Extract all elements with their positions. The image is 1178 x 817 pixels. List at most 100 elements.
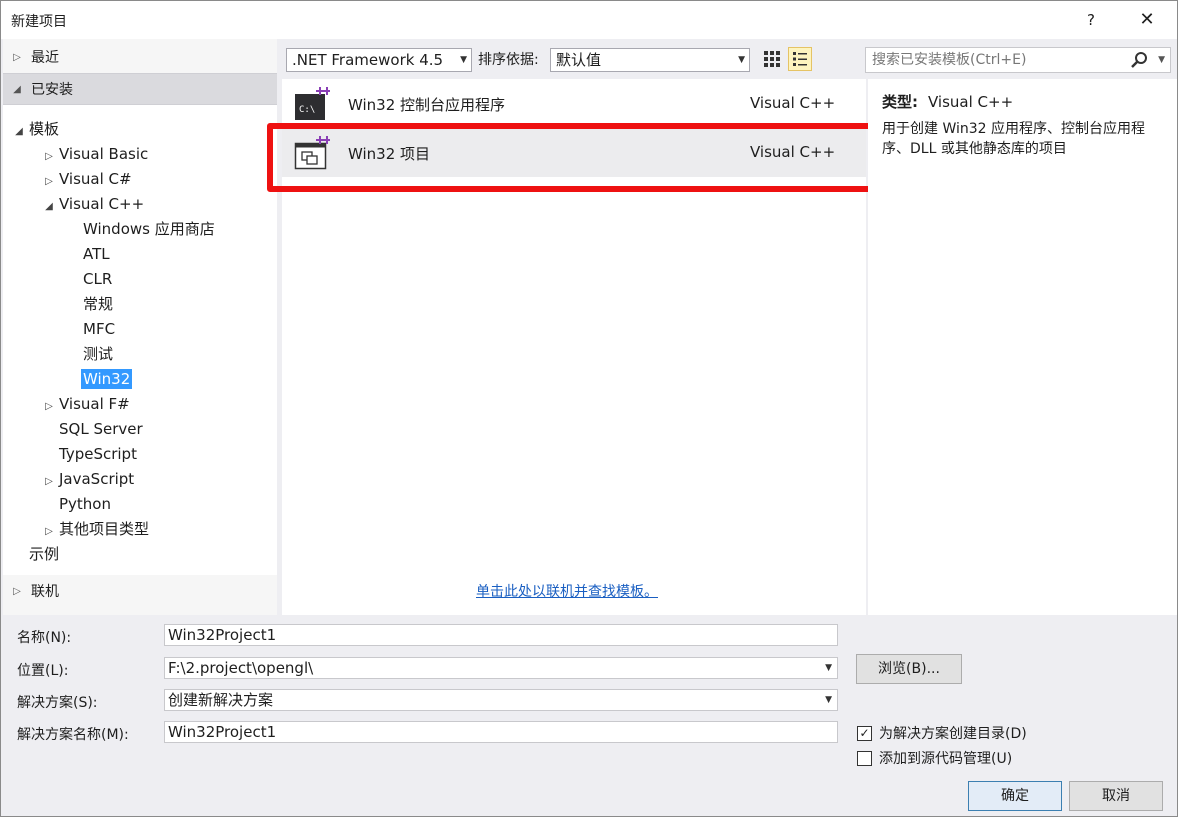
sort-value: 默认值 (556, 51, 602, 69)
tree-item-label: Windows 应用商店 (83, 220, 215, 238)
new-project-dialog: 新建项目 ? ✕ ▷ 最近 ◢ 已安装 ◢ 模板 ▷ Visual Basic ▷ Vis… (0, 0, 1178, 817)
checkmark-icon[interactable]: ✓ (857, 725, 872, 741)
template-name: Win32 控制台应用程序 (348, 96, 506, 114)
ok-button[interactable]: 确定 (968, 781, 1062, 811)
svg-text:C:\: C:\ (299, 105, 315, 115)
tree-item[interactable]: ▷ 其他项目类型 (41, 518, 151, 540)
solution-value: 创建新解决方案 (168, 691, 274, 709)
template-item-console[interactable]: C:\ Win32 控制台应用程序 Visual C++ (282, 80, 866, 128)
close-button[interactable]: ✕ (1129, 7, 1165, 33)
tree-item-label: 模板 (29, 120, 60, 138)
checkbox-empty-icon[interactable] (857, 750, 872, 766)
template-details: 类型: Visual C++ 用于创建 Win32 应用程序、控制台应用程序、DL… (868, 79, 1177, 615)
help-button[interactable]: ? (1073, 7, 1109, 33)
name-label: 名称(N): (17, 630, 72, 646)
expand-arrow-icon[interactable]: ▷ (41, 471, 57, 493)
solution-name-field[interactable]: Win32Project1 (164, 721, 838, 743)
sort-select[interactable]: 默认值 ▼ (550, 48, 750, 72)
nav-online-label: 联机 (31, 584, 59, 600)
source-control-label: 添加到源代码管理(U) (879, 751, 1013, 767)
tree-item[interactable]: ◢ Visual C++ (41, 193, 146, 215)
browse-button[interactable]: 浏览(B)... (856, 654, 962, 684)
tree-item[interactable]: TypeScript (41, 443, 139, 465)
tree-item[interactable]: ▷ Visual C# (41, 168, 134, 190)
tree-item-label: 示例 (29, 545, 60, 563)
chevron-down-icon: ▼ (738, 55, 745, 65)
title-bar: 新建项目 ? ✕ (1, 1, 1177, 39)
tree-item[interactable]: Windows 应用商店 (65, 218, 217, 240)
list-view-button[interactable] (788, 47, 812, 71)
chevron-down-icon: ▼ (460, 55, 467, 65)
tree-item-label: Visual Basic (59, 145, 149, 163)
nav-recent[interactable]: ▷ 最近 (3, 41, 277, 73)
expand-arrow-icon[interactable]: ▷ (41, 146, 57, 168)
tree-item[interactable]: ◢ 模板 (11, 118, 61, 140)
collapse-arrow-icon[interactable]: ◢ (41, 196, 57, 218)
nav-installed[interactable]: ◢ 已安装 (3, 73, 277, 105)
location-value: F:\2.project\opengl\ (168, 659, 314, 677)
type-label: 类型: (882, 93, 918, 111)
tree-item[interactable]: 测试 (65, 343, 115, 365)
tree-item-label: Python (59, 495, 111, 513)
tree-item-label: Win32 (81, 369, 133, 389)
grid-view-button[interactable] (760, 47, 784, 71)
expand-arrow-icon[interactable]: ▷ (41, 521, 57, 543)
nav-installed-label: 已安装 (31, 82, 73, 98)
template-tree: ◢ 模板 ▷ Visual Basic ▷ Visual C# ◢ Visual C++ Win… (3, 105, 277, 575)
tree-item[interactable]: SQL Server (41, 418, 145, 440)
tree-item[interactable]: ▷ JavaScript (41, 468, 136, 490)
template-item-win32[interactable]: Win32 项目 Visual C++ (282, 129, 866, 177)
tree-item-label: CLR (83, 270, 113, 288)
tree-item-label: 测试 (83, 345, 114, 363)
grid-view-icon (764, 51, 780, 67)
chevron-down-icon: ▼ (825, 695, 832, 705)
dialog-title: 新建项目 (11, 14, 67, 30)
name-field[interactable]: Win32Project1 (164, 624, 838, 646)
tree-item[interactable]: ▷ Visual F# (41, 393, 132, 415)
solution-name-label: 解决方案名称(M): (17, 727, 129, 743)
source-control-checkbox[interactable]: 添加到源代码管理(U) (857, 748, 1012, 768)
expand-arrow-icon: ▷ (13, 51, 21, 63)
template-toolbar: .NET Framework 4.5 ▼ 排序依据: 默认值 ▼ (282, 45, 862, 75)
tree-item[interactable]: ▷ Visual Basic (41, 143, 150, 165)
solution-label: 解决方案(S): (17, 695, 98, 711)
tree-item-label: 常规 (83, 295, 114, 313)
expand-arrow-icon[interactable]: ▷ (41, 396, 57, 418)
nav-online[interactable]: ▷ 联机 (3, 575, 277, 607)
search-icon[interactable] (1130, 51, 1148, 69)
tree-item[interactable]: MFC (65, 318, 117, 340)
tree-item[interactable]: 常规 (65, 293, 115, 315)
list-view-icon (793, 52, 807, 66)
tree-item[interactable]: CLR (65, 268, 114, 290)
find-templates-online-link[interactable]: 单击此处以联机并查找模板。 (476, 581, 658, 601)
collapse-arrow-icon[interactable]: ◢ (11, 121, 27, 143)
tree-item-label: Visual C++ (59, 195, 145, 213)
tree-item[interactable]: ATL (65, 243, 112, 265)
tree-item[interactable]: 示例 (11, 543, 61, 565)
create-directory-checkbox[interactable]: ✓ 为解决方案创建目录(D) (857, 723, 1027, 743)
collapse-arrow-icon: ◢ (13, 83, 21, 95)
expand-arrow-icon[interactable]: ▷ (41, 171, 57, 193)
tree-item-label: SQL Server (59, 420, 143, 438)
tree-item-label: 其他项目类型 (59, 520, 150, 538)
expand-arrow-icon: ▷ (13, 585, 21, 597)
sort-label: 排序依据: (478, 52, 539, 68)
framework-select[interactable]: .NET Framework 4.5 ▼ (286, 48, 472, 72)
solution-select[interactable]: 创建新解决方案 ▼ (164, 689, 838, 711)
tree-item-label: Visual F# (59, 395, 130, 413)
console-app-icon: C:\ (295, 87, 330, 120)
cancel-button[interactable]: 取消 (1069, 781, 1163, 811)
template-navigation: ▷ 最近 ◢ 已安装 ◢ 模板 ▷ Visual Basic ▷ Visual C# ◢ Vi… (3, 39, 277, 615)
nav-recent-label: 最近 (31, 50, 59, 66)
chevron-down-icon: ▼ (825, 663, 832, 673)
location-label: 位置(L): (17, 663, 69, 679)
tree-item-label: ATL (83, 245, 110, 263)
chevron-down-icon[interactable]: ▼ (1158, 48, 1165, 72)
location-select[interactable]: F:\2.project\opengl\ ▼ (164, 657, 838, 679)
tree-item[interactable]: Win32 (65, 368, 133, 390)
template-list: C:\ Win32 控制台应用程序 Visual C++ Win32 项目 Vi… (282, 79, 866, 615)
tree-item[interactable]: Python (41, 493, 113, 515)
template-description: 用于创建 Win32 应用程序、控制台应用程序、DLL 或其他静态库的项目 (882, 121, 1146, 157)
search-input[interactable]: 搜索已安装模板(Ctrl+E) ▼ (865, 47, 1171, 73)
framework-value: .NET Framework 4.5 (292, 51, 444, 69)
